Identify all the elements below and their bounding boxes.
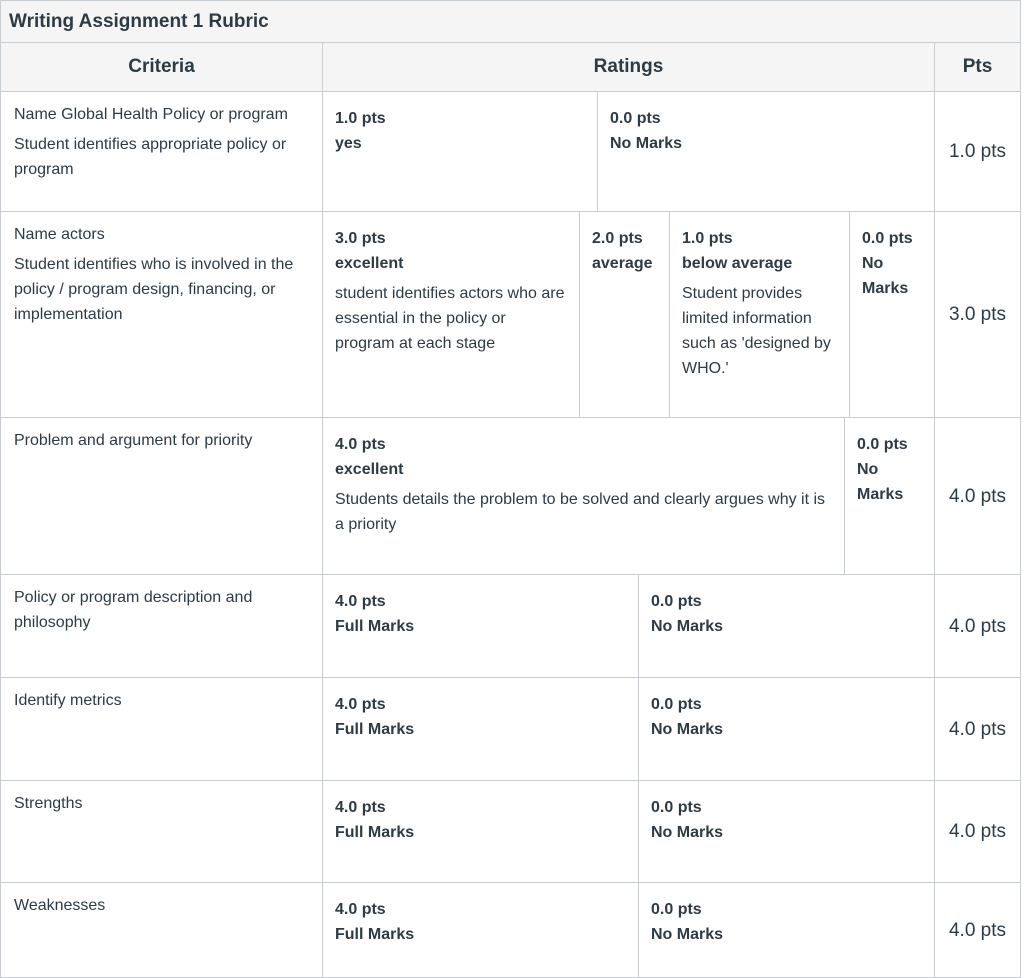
rating-points: 2.0 pts bbox=[592, 230, 643, 247]
points-cell: 3.0 pts bbox=[935, 212, 1021, 418]
rating-description: Student provides limited information suc… bbox=[682, 285, 831, 377]
rubric-row-description: Policy or program description and philos… bbox=[0, 575, 1021, 678]
column-header-criteria: Criteria bbox=[0, 43, 323, 92]
rating-cell[interactable]: 4.0 pts Full Marks bbox=[323, 575, 639, 678]
rating-cell[interactable]: 0.0 pts No Marks bbox=[639, 678, 935, 781]
rubric-row-weaknesses: Weaknesses 4.0 pts Full Marks 0.0 pts No… bbox=[0, 883, 1021, 978]
criterion-title: Weaknesses bbox=[14, 897, 106, 914]
criterion-description: Student identifies who is involved in th… bbox=[14, 256, 294, 323]
rating-cell[interactable]: 0.0 pts No Marks bbox=[639, 575, 935, 678]
criterion-cell: Name Global Health Policy or program Stu… bbox=[0, 92, 323, 212]
points-cell: 4.0 pts bbox=[935, 575, 1021, 678]
rating-points: 3.0 pts bbox=[335, 230, 386, 247]
rubric-title: Writing Assignment 1 Rubric bbox=[0, 0, 1021, 43]
criterion-title: Name Global Health Policy or program bbox=[14, 106, 288, 123]
rubric-row-actors: Name actors Student identifies who is in… bbox=[0, 212, 1021, 418]
rating-points: 1.0 pts bbox=[682, 230, 733, 247]
rating-label: No Marks bbox=[862, 255, 909, 297]
rating-label: excellent bbox=[335, 255, 404, 272]
rating-description: Students details the problem to be solve… bbox=[335, 491, 826, 533]
criterion-title: Identify metrics bbox=[14, 692, 122, 709]
rating-points: 0.0 pts bbox=[610, 110, 661, 127]
rating-points: 0.0 pts bbox=[651, 696, 702, 713]
rating-points: 4.0 pts bbox=[335, 901, 386, 918]
points-cell: 1.0 pts bbox=[935, 92, 1021, 212]
rating-label: Full Marks bbox=[335, 618, 415, 635]
rubric-row-metrics: Identify metrics 4.0 pts Full Marks 0.0 … bbox=[0, 678, 1021, 781]
rating-label: average bbox=[592, 255, 653, 272]
rating-cell[interactable]: 2.0 pts average bbox=[580, 212, 670, 418]
rating-points: 4.0 pts bbox=[335, 799, 386, 816]
rating-cell[interactable]: 0.0 pts No Marks bbox=[639, 781, 935, 883]
rating-label: No Marks bbox=[651, 824, 724, 841]
rating-description: student identifies actors who are essent… bbox=[335, 285, 565, 352]
rating-label: Full Marks bbox=[335, 721, 415, 738]
rating-cell[interactable]: 4.0 pts Full Marks bbox=[323, 883, 639, 978]
criterion-cell: Identify metrics bbox=[0, 678, 323, 781]
criterion-cell: Name actors Student identifies who is in… bbox=[0, 212, 323, 418]
criterion-description: Student identifies appropriate policy or… bbox=[14, 136, 287, 178]
rating-cell[interactable]: 4.0 pts Full Marks bbox=[323, 678, 639, 781]
criterion-title: Problem and argument for priority bbox=[14, 432, 253, 449]
rating-cell[interactable]: 4.0 pts Full Marks bbox=[323, 781, 639, 883]
rating-label: No Marks bbox=[651, 926, 724, 943]
rating-label: No Marks bbox=[651, 721, 724, 738]
rating-points: 4.0 pts bbox=[335, 593, 386, 610]
points-cell: 4.0 pts bbox=[935, 781, 1021, 883]
rating-label: No Marks bbox=[610, 135, 683, 152]
criterion-title: Strengths bbox=[14, 795, 83, 812]
rating-points: 0.0 pts bbox=[651, 799, 702, 816]
rating-points: 4.0 pts bbox=[335, 696, 386, 713]
rating-label: Full Marks bbox=[335, 824, 415, 841]
rating-cell[interactable]: 1.0 pts below average Student provides l… bbox=[670, 212, 850, 418]
rating-cell[interactable]: 0.0 pts No Marks bbox=[598, 92, 935, 212]
criterion-title: Policy or program description and philos… bbox=[14, 589, 253, 631]
rating-points: 0.0 pts bbox=[651, 593, 702, 610]
rating-cell[interactable]: 0.0 pts No Marks bbox=[850, 212, 935, 418]
rating-cell[interactable]: 1.0 pts yes bbox=[323, 92, 598, 212]
rating-label: excellent bbox=[335, 461, 404, 478]
rating-cell[interactable]: 0.0 pts No Marks bbox=[639, 883, 935, 978]
rubric-row-strengths: Strengths 4.0 pts Full Marks 0.0 pts No … bbox=[0, 781, 1021, 883]
column-header-pts: Pts bbox=[935, 43, 1021, 92]
rating-label: No Marks bbox=[857, 461, 904, 503]
rating-cell[interactable]: 0.0 pts No Marks bbox=[845, 418, 935, 575]
rubric-row-problem: Problem and argument for priority 4.0 pt… bbox=[0, 418, 1021, 575]
rating-label: below average bbox=[682, 255, 793, 272]
criterion-cell: Strengths bbox=[0, 781, 323, 883]
rating-label: yes bbox=[335, 135, 362, 152]
criterion-cell: Policy or program description and philos… bbox=[0, 575, 323, 678]
rubric-row-policy: Name Global Health Policy or program Stu… bbox=[0, 92, 1021, 212]
rating-cell[interactable]: 4.0 pts excellent Students details the p… bbox=[323, 418, 845, 575]
rating-points: 1.0 pts bbox=[335, 110, 386, 127]
rating-label: No Marks bbox=[651, 618, 724, 635]
points-cell: 4.0 pts bbox=[935, 883, 1021, 978]
criterion-cell: Weaknesses bbox=[0, 883, 323, 978]
points-cell: 4.0 pts bbox=[935, 418, 1021, 575]
rating-label: Full Marks bbox=[335, 926, 415, 943]
rating-points: 0.0 pts bbox=[651, 901, 702, 918]
rating-points: 0.0 pts bbox=[862, 230, 913, 247]
criterion-cell: Problem and argument for priority bbox=[0, 418, 323, 575]
points-cell: 4.0 pts bbox=[935, 678, 1021, 781]
column-header-ratings: Ratings bbox=[323, 43, 935, 92]
criterion-title: Name actors bbox=[14, 226, 105, 243]
rating-points: 4.0 pts bbox=[335, 436, 386, 453]
rating-points: 0.0 pts bbox=[857, 436, 908, 453]
rating-cell[interactable]: 3.0 pts excellent student identifies act… bbox=[323, 212, 580, 418]
